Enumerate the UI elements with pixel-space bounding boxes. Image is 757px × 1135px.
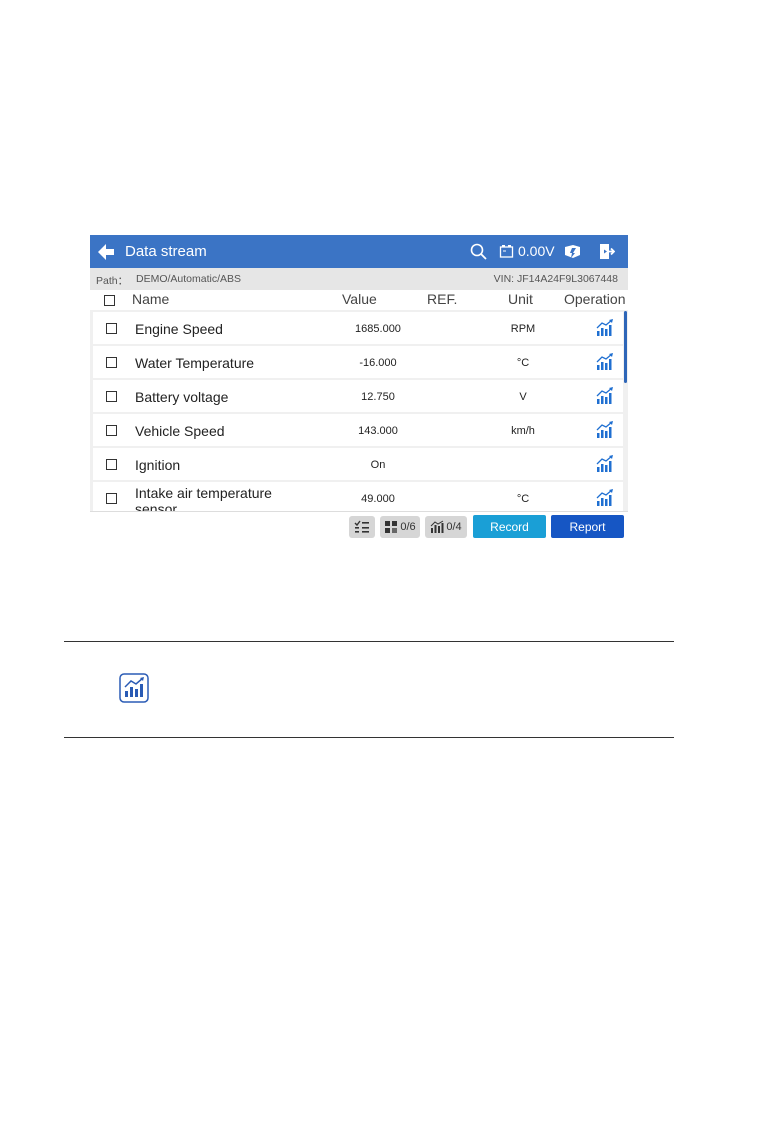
table-row[interactable]: Vehicle Speed 143.000 km/h xyxy=(93,414,623,446)
row-unit: °C xyxy=(516,493,530,505)
graph-mode-button[interactable]: 0/4 xyxy=(425,516,467,538)
column-operation: Operation xyxy=(564,291,626,307)
row-checkbox[interactable] xyxy=(106,459,117,470)
row-name: Engine Speed xyxy=(135,321,223,337)
column-header: Name Value REF. Unit Operation xyxy=(90,290,628,310)
row-checkbox[interactable] xyxy=(106,357,117,368)
column-ref: REF. xyxy=(427,291,458,307)
back-arrow-icon[interactable] xyxy=(96,242,116,262)
select-all-checkbox[interactable] xyxy=(104,295,115,306)
graph-icon[interactable] xyxy=(595,420,615,440)
row-name: Ignition xyxy=(135,457,181,473)
column-value: Value xyxy=(342,291,377,307)
row-name: Water Temperature xyxy=(135,355,255,371)
data-stream-screen: Data stream 0.00V Path： DEMO/Automatic/A… xyxy=(90,235,628,542)
scrollbar[interactable] xyxy=(624,311,627,383)
data-stream-list[interactable]: Engine Speed 1685.000 RPM Water Temperat… xyxy=(90,310,628,511)
column-unit: Unit xyxy=(508,291,533,307)
bottom-toolbar: 0/6 0/4 Record Report xyxy=(90,511,628,542)
title-bar: Data stream 0.00V xyxy=(90,235,628,268)
row-unit: RPM xyxy=(510,323,536,335)
battery-icon xyxy=(499,245,514,258)
graph-icon[interactable] xyxy=(595,386,615,406)
row-checkbox[interactable] xyxy=(106,425,117,436)
divider-bottom xyxy=(64,737,674,738)
row-name: Battery voltage xyxy=(135,389,229,405)
row-value: 12.750 xyxy=(361,391,395,403)
row-checkbox[interactable] xyxy=(106,493,117,504)
exit-icon[interactable] xyxy=(598,243,615,260)
graph-mode-icon xyxy=(430,520,444,533)
graph-count: 0/4 xyxy=(446,521,462,533)
path-label: Path： xyxy=(96,275,129,287)
vin-label: VIN: JF14A24F9L3067448 xyxy=(493,273,618,285)
graph-icon[interactable] xyxy=(595,352,615,372)
record-button[interactable]: Record xyxy=(473,515,546,538)
row-value: -16.000 xyxy=(359,357,397,369)
graph-icon xyxy=(119,673,149,703)
page-title: Data stream xyxy=(125,243,207,260)
combine-graph-icon xyxy=(385,521,398,533)
column-name: Name xyxy=(132,291,170,307)
select-items-button[interactable] xyxy=(349,516,375,538)
row-checkbox[interactable] xyxy=(106,323,117,334)
table-row[interactable]: Battery voltage 12.750 V xyxy=(93,380,623,412)
table-row[interactable]: Intake air temperature sensor 49.000 °C xyxy=(93,482,623,511)
combine-button[interactable]: 0/6 xyxy=(380,516,420,538)
row-value: 1685.000 xyxy=(355,323,401,335)
voltage-readout: 0.00V xyxy=(518,243,555,259)
table-row[interactable]: Water Temperature -16.000 °C xyxy=(93,346,623,378)
row-name: Intake air temperature sensor xyxy=(135,485,272,511)
combine-count: 0/6 xyxy=(400,521,416,533)
row-unit: V xyxy=(519,391,527,403)
row-value: On xyxy=(370,459,386,471)
search-icon[interactable] xyxy=(470,243,487,260)
table-row[interactable]: Engine Speed 1685.000 RPM xyxy=(93,312,623,344)
graph-icon[interactable] xyxy=(595,454,615,474)
table-row[interactable]: Ignition On xyxy=(93,448,623,480)
graph-icon[interactable] xyxy=(595,488,615,508)
path-value: DEMO/Automatic/ABS xyxy=(136,273,242,285)
divider-top xyxy=(64,641,674,642)
graph-icon[interactable] xyxy=(595,318,615,338)
row-unit: km/h xyxy=(511,425,535,437)
vci-connector-icon[interactable] xyxy=(563,242,582,261)
report-button[interactable]: Report xyxy=(551,515,624,538)
row-checkbox[interactable] xyxy=(106,391,117,402)
row-value: 143.000 xyxy=(358,425,398,437)
path-bar: Path： DEMO/Automatic/ABS VIN: JF14A24F9L… xyxy=(90,268,628,290)
checklist-icon xyxy=(354,520,369,533)
row-value: 49.000 xyxy=(361,493,395,505)
row-name: Vehicle Speed xyxy=(135,423,225,439)
row-unit: °C xyxy=(516,357,530,369)
